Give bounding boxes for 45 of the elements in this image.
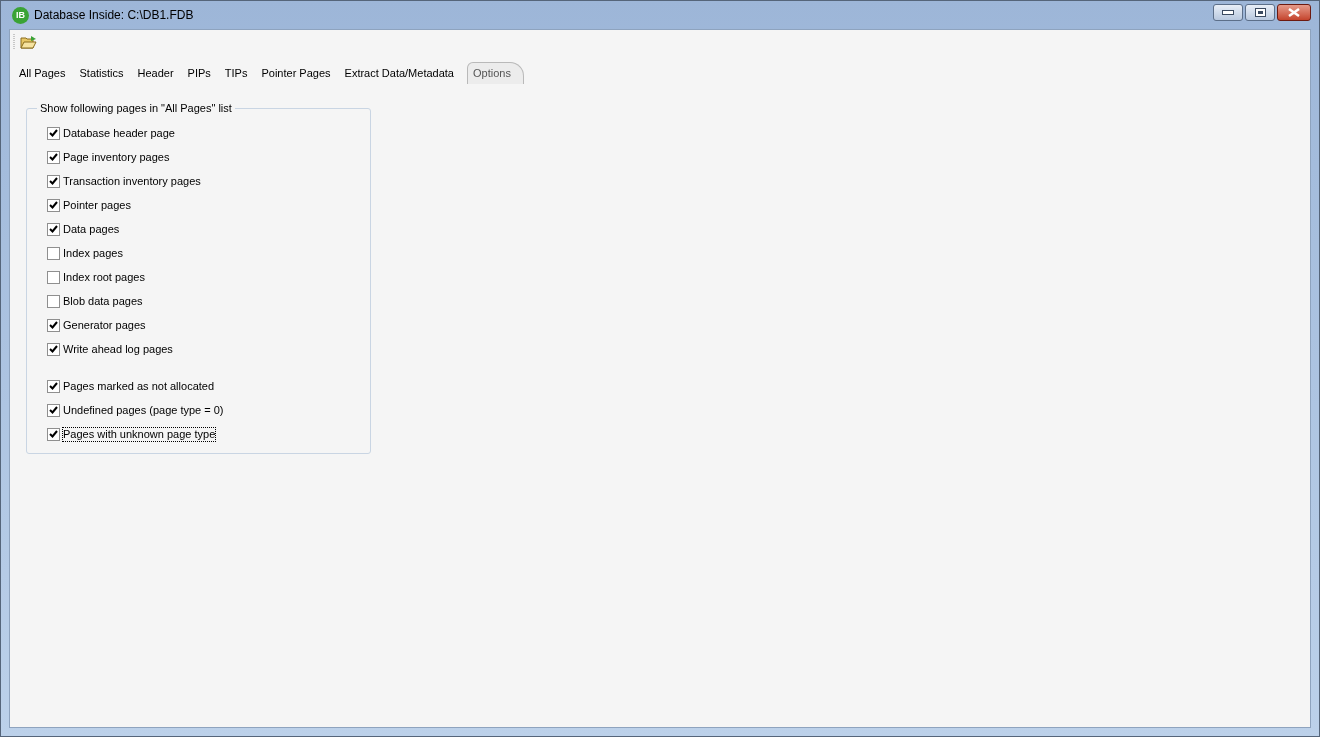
checkbox-label[interactable]: Generator pages [63,318,146,332]
minimize-icon [1222,9,1234,15]
checkbox[interactable] [47,150,60,164]
checkbox[interactable] [47,294,60,308]
checkbox-label[interactable]: Transaction inventory pages [63,174,201,188]
checkbox[interactable] [47,246,60,260]
group-title: Show following pages in "All Pages" list [39,101,233,116]
tab[interactable]: TIPs [217,62,255,84]
maximize-icon [1254,7,1266,17]
checkbox[interactable] [47,198,60,212]
checkbox-label[interactable]: Page inventory pages [63,150,170,164]
close-icon [1288,7,1300,17]
tab[interactable]: Statistics [72,62,131,84]
tab[interactable]: Pointer Pages [254,62,338,84]
checkbox-label[interactable]: Database header page [63,126,175,140]
checkbox[interactable] [47,174,60,188]
checkbox-label[interactable]: Undefined pages (page type = 0) [63,403,224,417]
folder-icon [19,35,37,49]
tab[interactable]: Extract Data/Metadata [337,62,461,84]
checkbox[interactable] [47,270,60,284]
tab[interactable]: Header [130,62,181,84]
checkbox-label[interactable]: Index root pages [63,270,145,284]
checkbox-label[interactable]: Pointer pages [63,198,131,212]
checkbox-label[interactable]: Blob data pages [63,294,143,308]
open-folder-button[interactable] [19,34,37,50]
checkbox[interactable] [47,379,60,393]
checkbox-label[interactable]: Index pages [63,246,123,260]
minimize-button[interactable] [1213,3,1243,21]
close-button[interactable] [1277,3,1311,21]
window-title: Database Inside: C:\DB1.FDB [34,7,194,24]
app-logo: IB [12,6,29,24]
checkbox-label[interactable]: Write ahead log pages [63,342,173,356]
checkbox-label[interactable]: Data pages [63,222,120,236]
maximize-button[interactable] [1245,3,1275,21]
checkbox[interactable] [47,126,60,140]
checkbox[interactable] [47,403,60,417]
tab[interactable]: All Pages [12,62,73,84]
checkbox[interactable] [47,342,60,356]
tab[interactable]: Options [467,62,524,84]
checkbox[interactable] [47,427,60,441]
tab[interactable]: PIPs [180,62,218,84]
checkbox[interactable] [47,318,60,332]
checkbox-label[interactable]: Pages with unknown page type [63,427,216,441]
checkbox-label[interactable]: Pages marked as not allocated [63,379,215,393]
checkbox[interactable] [47,222,60,236]
